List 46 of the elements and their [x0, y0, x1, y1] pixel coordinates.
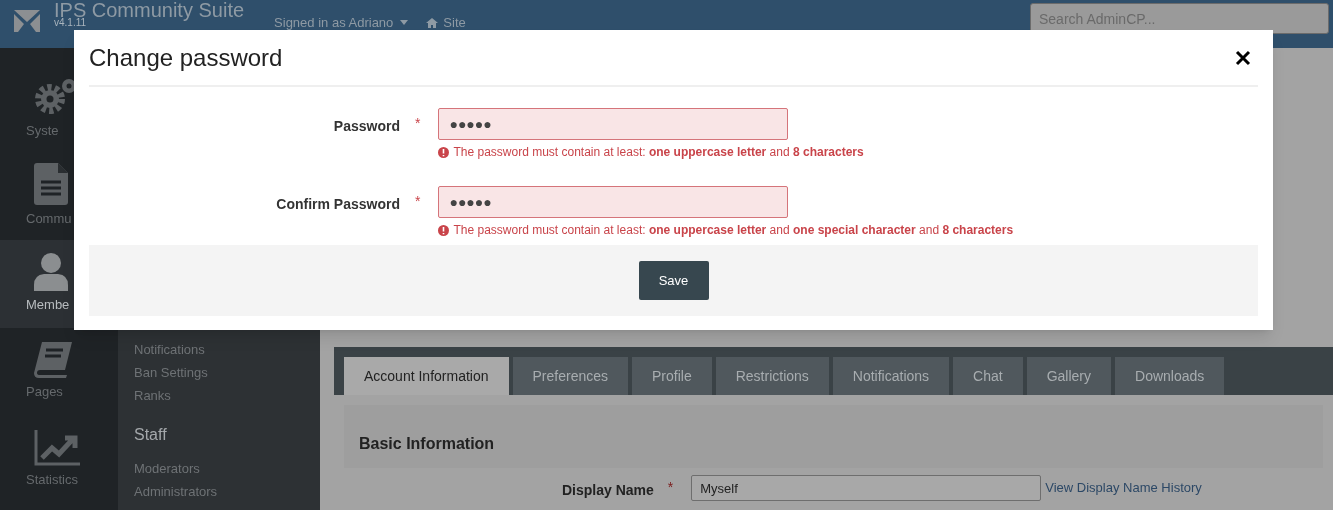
submenu-item[interactable]: Notifications	[134, 338, 320, 361]
app-title: IPS Community Suite	[54, 1, 245, 19]
error-message: The password must contain at least: one uppercase letter and one special character and 8 characters	[453, 222, 1014, 239]
history-link[interactable]: View Display Name History	[1045, 478, 1202, 498]
tab[interactable]: Chat	[953, 357, 1023, 395]
password-field[interactable]: ●●●●●	[438, 108, 789, 140]
required-mark: *	[415, 192, 421, 211]
submenu-item[interactable]: Ban Settings	[134, 361, 320, 384]
required-mark: *	[667, 478, 674, 497]
site-link[interactable]: Site	[426, 13, 466, 33]
user-menu[interactable]: Signed in as Adriano	[274, 13, 409, 33]
error-icon	[438, 146, 450, 158]
error-icon	[438, 224, 450, 236]
version-label: v4.1.11	[54, 18, 88, 28]
tab[interactable]: Restrictions	[715, 357, 829, 395]
field-label: Password	[332, 117, 400, 136]
tab[interactable]: Gallery	[1026, 357, 1112, 395]
close-icon[interactable]	[1235, 49, 1251, 66]
save-button[interactable]: Save	[638, 261, 709, 300]
app-item[interactable]: Statistics	[0, 416, 118, 504]
submenu-item[interactable]: Administrators	[134, 480, 320, 503]
book-icon	[34, 342, 72, 379]
display-name-field[interactable]: Myself	[691, 475, 1042, 501]
field-label: Confirm Password	[275, 195, 400, 214]
submenu-heading: Staff	[134, 425, 168, 445]
field-label: Display Name	[562, 481, 654, 500]
required-mark: *	[415, 114, 421, 133]
tab[interactable]: Preferences	[512, 357, 628, 395]
caret-icon	[400, 20, 409, 26]
tab[interactable]: Account Information	[344, 357, 509, 395]
app-item[interactable]: Commu	[0, 152, 118, 240]
submenu-item[interactable]: Ranks	[134, 384, 320, 407]
submenu-item[interactable]: Moderators	[134, 457, 320, 480]
tab[interactable]: Notifications	[832, 357, 950, 395]
line-chart-icon	[34, 430, 80, 467]
section-title: Basic Information	[358, 434, 496, 454]
tab[interactable]: Profile	[632, 357, 712, 395]
home-icon	[426, 17, 439, 28]
tab[interactable]: Downloads	[1115, 357, 1225, 395]
error-message: The password must contain at least: one uppercase letter and 8 characters	[453, 144, 864, 161]
modal-title: Change password	[89, 42, 283, 73]
logo-icon	[14, 10, 40, 32]
password-field[interactable]: ●●●●●	[438, 186, 789, 218]
document-icon	[34, 163, 68, 206]
person-icon	[34, 253, 68, 292]
app-item[interactable]: Pages	[0, 328, 118, 416]
